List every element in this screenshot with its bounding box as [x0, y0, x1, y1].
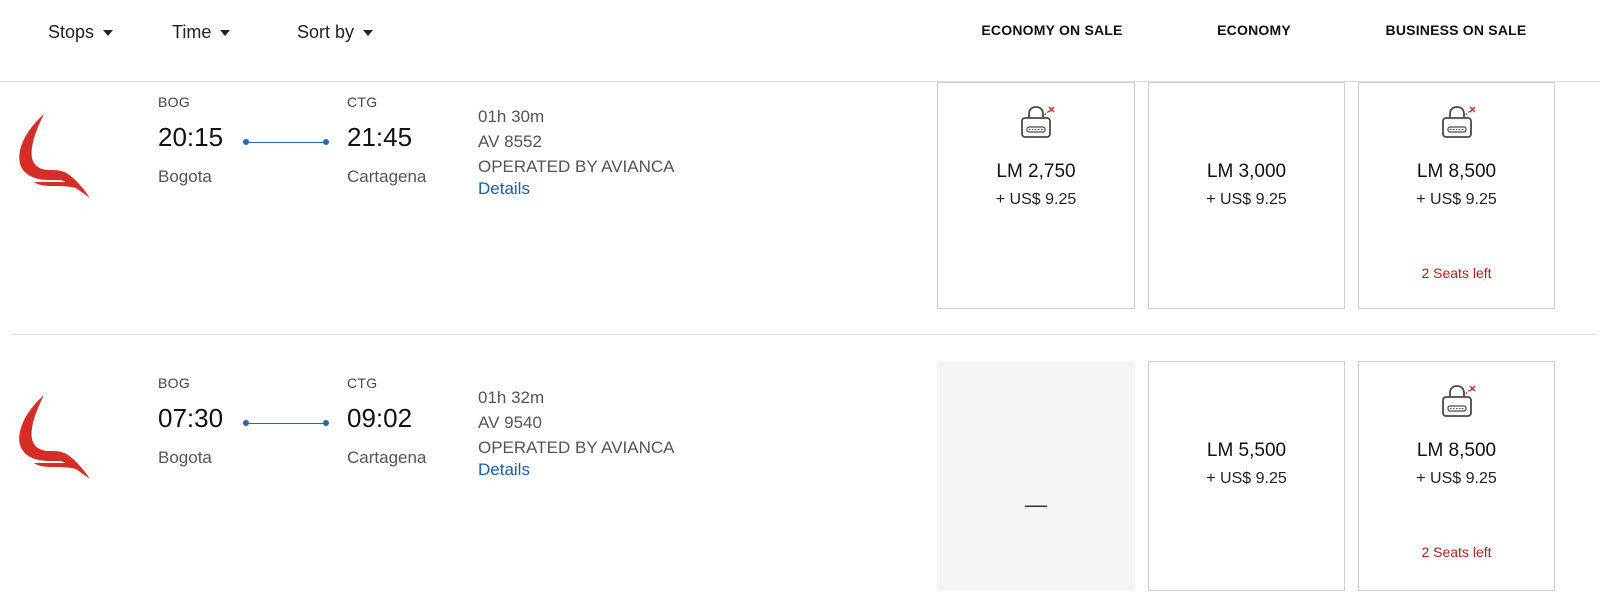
fare-miles: LM 5,500: [1206, 440, 1287, 461]
destination-code: CTG: [347, 375, 378, 391]
fare-economy-on-sale[interactable]: LM 2,750 + US$ 9.25: [937, 82, 1135, 309]
fare-business-on-sale[interactable]: LM 8,500 + US$ 9.25 2 Seats left: [1358, 361, 1555, 591]
fare-miles: LM 3,000: [1206, 161, 1287, 182]
fare-miles: LM 8,500: [1416, 161, 1497, 182]
caret-down-icon: [363, 29, 374, 36]
sort-by-label: Sort by: [297, 21, 355, 42]
time-filter-label: Time: [172, 21, 212, 42]
route-dot: [243, 420, 249, 426]
route-dot: [323, 420, 329, 426]
flight-number: AV 8552: [478, 132, 542, 151]
column-header-business-on-sale: BUSINESS ON SALE: [1385, 22, 1527, 38]
unavailable-dash: —: [1025, 492, 1047, 517]
route-dot: [243, 139, 249, 145]
flight-row: BOG 07:30 Bogota CTG 09:02 Cartagena 01h 32m AV…: [0, 335, 1600, 616]
sort-by-dropdown[interactable]: Sort by: [297, 20, 374, 44]
lock-icon: [1438, 384, 1476, 418]
flight-duration: 01h 30m: [478, 107, 545, 126]
fare-economy[interactable]: LM 3,000 + US$ 9.25: [1148, 82, 1345, 309]
destination-code: CTG: [347, 94, 378, 110]
fare-business-on-sale[interactable]: LM 8,500 + US$ 9.25 2 Seats left: [1358, 82, 1555, 309]
departure-time: 07:30: [158, 403, 224, 433]
destination-city: Cartagena: [347, 448, 427, 467]
flight-row: BOG 20:15 Bogota CTG 21:45 Cartagena 01h 30m AV…: [0, 82, 1600, 334]
flight-duration: 01h 32m: [478, 388, 545, 407]
fare-economy[interactable]: LM 5,500 + US$ 9.25: [1148, 361, 1345, 591]
fare-taxes: + US$ 9.25: [1206, 191, 1287, 208]
caret-down-icon: [103, 29, 114, 36]
seats-left-badge: 2 Seats left: [1421, 265, 1492, 281]
caret-down-icon: [220, 29, 231, 36]
details-link[interactable]: Details: [478, 460, 530, 480]
fare-taxes: + US$ 9.25: [995, 191, 1077, 208]
destination-city: Cartagena: [347, 167, 427, 186]
seats-left-badge: 2 Seats left: [1421, 544, 1492, 560]
route-line: [246, 142, 326, 143]
column-header-economy: ECONOMY: [1217, 22, 1291, 38]
fare-miles: LM 2,750: [996, 161, 1076, 182]
route-line: [246, 423, 326, 424]
origin-code: BOG: [158, 375, 191, 391]
details-link[interactable]: Details: [478, 179, 530, 199]
stops-filter-label: Stops: [48, 21, 95, 42]
stops-filter[interactable]: Stops: [48, 20, 114, 44]
time-filter[interactable]: Time: [172, 20, 231, 44]
arrival-time: 09:02: [347, 403, 413, 433]
origin-city: Bogota: [158, 448, 212, 467]
lock-icon: [1017, 105, 1055, 139]
fare-taxes: + US$ 9.25: [1416, 191, 1497, 208]
route-dot: [323, 139, 329, 145]
fare-taxes: + US$ 9.25: [1416, 470, 1497, 487]
lock-icon: [1438, 105, 1476, 139]
origin-code: BOG: [158, 94, 191, 110]
avianca-logo-icon: [14, 108, 98, 200]
fare-economy-on-sale: —: [937, 361, 1135, 591]
departure-time: 20:15: [158, 122, 224, 152]
arrival-time: 21:45: [347, 122, 413, 152]
operated-by: OPERATED BY AVIANCA: [478, 157, 675, 176]
flight-number: AV 9540: [478, 413, 542, 432]
avianca-logo-icon: [14, 389, 98, 481]
flight-results: Stops Time Sort by ECONOMY ON SALE ECONO…: [0, 0, 1600, 616]
results-header: Stops Time Sort by ECONOMY ON SALE ECONO…: [0, 0, 1600, 82]
fare-taxes: + US$ 9.25: [1206, 470, 1287, 487]
operated-by: OPERATED BY AVIANCA: [478, 438, 675, 457]
fare-miles: LM 8,500: [1416, 440, 1497, 461]
origin-city: Bogota: [158, 167, 212, 186]
column-header-economy-on-sale: ECONOMY ON SALE: [981, 22, 1123, 38]
